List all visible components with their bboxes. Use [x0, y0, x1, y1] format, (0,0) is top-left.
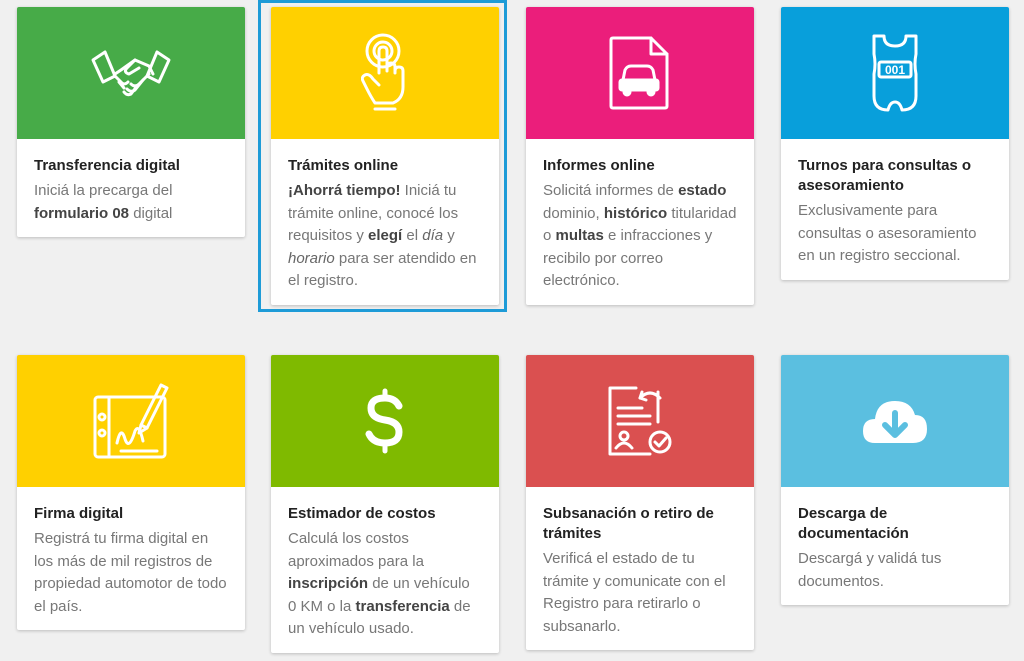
dollar-icon: [365, 388, 405, 454]
card-title: Trámites online: [288, 157, 399, 174]
card-description: ¡Ahorrá tiempo! Iniciá tu trámite online…: [288, 182, 477, 289]
card-banner: [781, 355, 1009, 487]
card-banner: [17, 7, 245, 139]
card-informes-online[interactable]: Informes online Solicitá informes de est…: [526, 7, 754, 305]
car-document-icon: [609, 36, 671, 110]
card-description: Descargá y validá tus documentos.: [798, 550, 942, 590]
emphasis-text: horario: [288, 249, 335, 267]
cloud-download-icon: [861, 397, 929, 445]
ticket-number: 001: [885, 63, 905, 77]
card-title: Transferencia digital: [34, 157, 180, 174]
emphasis-text: transferencia: [355, 597, 450, 615]
card-description: Registrá tu firma digital en los más de …: [34, 530, 227, 615]
card-descarga-documentacion[interactable]: Descarga de documentación Descargá y val…: [781, 355, 1009, 605]
card-banner: 001: [781, 7, 1009, 139]
emphasis-text: estado: [678, 182, 727, 199]
card-title: Descarga de documentación: [798, 505, 909, 542]
card-tramites-online[interactable]: Trámites online ¡Ahorrá tiempo! Iniciá t…: [271, 7, 499, 305]
card-estimador-costos[interactable]: Estimador de costos Calculá los costos a…: [271, 355, 499, 653]
handshake-icon: [91, 46, 171, 100]
card-title: Subsanación o retiro de trámites: [543, 505, 714, 542]
emphasis-text: histórico: [603, 204, 668, 222]
card-firma-digital[interactable]: Firma digital Registrá tu firma digital …: [17, 355, 245, 630]
emphasis-text: elegí: [368, 227, 403, 244]
card-turnos[interactable]: 001 Turnos para consultas o asesoramient…: [781, 7, 1009, 280]
card-description: Iniciá la precarga del formulario 08 dig…: [34, 182, 173, 222]
card-banner: [17, 355, 245, 487]
card-banner: [271, 7, 499, 139]
emphasis-text: formulario 08: [34, 204, 130, 222]
card-title: Turnos para consultas o asesoramiento: [798, 157, 972, 194]
emphasis-text: multas: [555, 227, 604, 244]
card-title: Informes online: [543, 157, 655, 174]
card-description: Solicitá informes de estado dominio, his…: [543, 182, 737, 289]
card-description: Verificá el estado de tu trámite y comun…: [543, 550, 726, 635]
certificate-check-icon: [606, 384, 674, 458]
ticket-icon: 001: [870, 34, 920, 112]
emphasis-text: día: [422, 227, 444, 244]
emphasis-text: inscripción: [288, 575, 369, 592]
card-title: Firma digital: [34, 505, 124, 522]
card-banner: [526, 7, 754, 139]
signature-tablet-icon: [91, 381, 171, 461]
card-description: Calculá los costos aproximados para la i…: [288, 530, 471, 637]
card-title: Estimador de costos: [288, 505, 436, 522]
emphasis-text: ¡Ahorrá tiempo!: [288, 182, 401, 199]
card-transferencia-digital[interactable]: Transferencia digital Iniciá la precarga…: [17, 7, 245, 237]
card-banner: [271, 355, 499, 487]
card-description: Exclusivamente para consultas o asesoram…: [798, 202, 977, 264]
card-subsanacion[interactable]: Subsanación o retiro de trámites Verific…: [526, 355, 754, 650]
touch-icon: [361, 33, 409, 113]
card-banner: [526, 355, 754, 487]
